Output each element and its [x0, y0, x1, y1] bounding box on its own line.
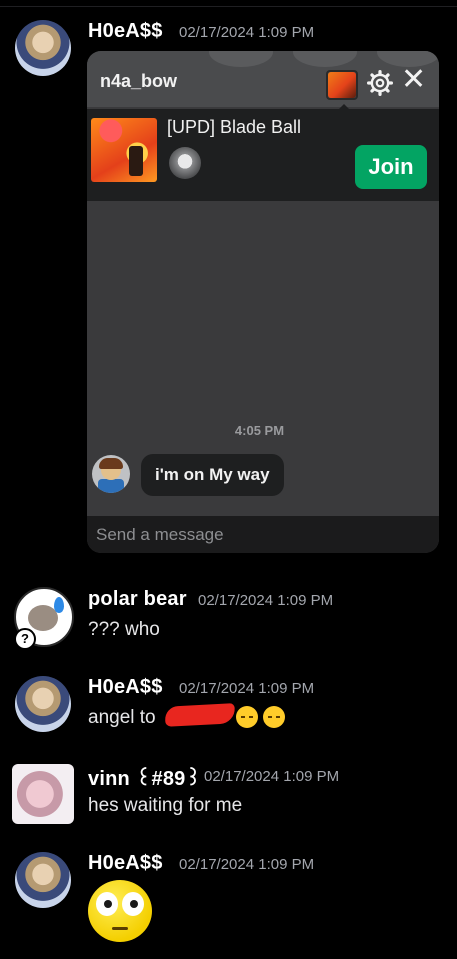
game-thumbnail-icon[interactable]: [326, 70, 358, 100]
avatar[interactable]: [15, 20, 71, 76]
username[interactable]: vinn ꒰#89꒱: [88, 764, 201, 791]
embedded-screenshot[interactable]: n4a_bow ✕ [UPD] Blade Ball Join 4:05 PM: [87, 51, 439, 553]
avatar[interactable]: [15, 852, 71, 908]
timestamp: 02/17/2024 1:09 PM: [179, 680, 315, 697]
chat-title: n4a_bow: [100, 71, 178, 91]
redaction-scribble: [164, 703, 236, 727]
join-button[interactable]: Join: [355, 145, 427, 189]
game-card[interactable]: [UPD] Blade Ball Join: [87, 109, 439, 201]
username[interactable]: H0eA$$: [88, 852, 163, 875]
top-divider: [0, 6, 457, 7]
emoji-group: [235, 706, 286, 729]
username[interactable]: polar bear: [88, 588, 187, 611]
chat-header: n4a_bow ✕: [87, 51, 439, 107]
avatar[interactable]: [15, 676, 71, 732]
chat-message: i'm on My way: [141, 454, 284, 496]
send-message-input[interactable]: [94, 522, 428, 548]
player-avatar: [169, 147, 201, 179]
message-text: ??? who: [88, 619, 160, 640]
message-text: hes waiting for me: [88, 795, 243, 816]
flushed-face-emoji: [88, 880, 152, 942]
message-text: angel to: [88, 707, 156, 729]
close-icon[interactable]: ✕: [401, 65, 426, 95]
timestamp: 02/17/2024 1:09 PM: [179, 856, 315, 873]
sleepy-face-emoji: [236, 706, 258, 728]
timestamp: 02/17/2024 1:09 PM: [198, 592, 334, 609]
avatar[interactable]: [12, 764, 74, 824]
message-text-visible: angel to: [88, 707, 156, 728]
username[interactable]: H0eA$$: [88, 676, 163, 699]
game-title: [UPD] Blade Ball: [167, 117, 302, 137]
unknown-badge-icon: ?: [14, 628, 36, 650]
sleepy-face-emoji: [263, 706, 286, 728]
chat-timestamp: 4:05 PM: [234, 423, 285, 438]
chat-avatar: [92, 455, 130, 493]
game-image: [91, 118, 157, 182]
timestamp: 02/17/2024 1:09 PM: [179, 24, 315, 41]
gear-icon[interactable]: [367, 70, 393, 96]
message-composer: [87, 516, 439, 553]
timestamp: 02/17/2024 1:09 PM: [204, 768, 340, 785]
username[interactable]: H0eA$$: [88, 20, 163, 43]
